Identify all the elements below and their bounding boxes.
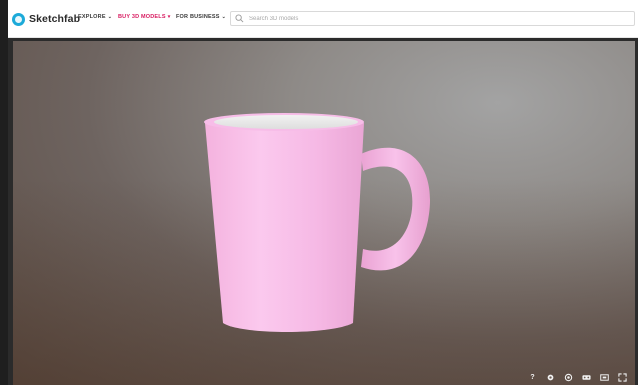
nav-for-business[interactable]: FOR BUSINESS ⌄ [176,14,226,20]
mug-3d-model[interactable] [201,109,451,349]
mug-inner [214,115,358,129]
nav-buy-3d-models[interactable]: BUY 3D MODELS ▾ [118,14,170,20]
search-input[interactable] [247,14,631,23]
sketchfab-logo[interactable]: Sketchfab [12,11,80,27]
nav-buy-label: BUY 3D MODELS [118,14,166,20]
logo-text: Sketchfab [29,13,81,25]
search-icon [235,14,244,23]
nav-explore-label: EXPLORE [78,14,106,20]
search-box[interactable] [230,11,635,26]
nav-business-label: FOR BUSINESS [176,14,220,20]
fullscreen-icon[interactable] [618,373,627,382]
chevron-down-icon: ▾ [167,14,171,20]
screen-icon[interactable] [600,373,609,382]
chevron-down-icon: ⌄ [221,14,227,20]
mug-body [205,117,364,332]
left-window-edge [0,0,8,385]
help-icon[interactable]: ? [528,373,537,382]
vr-icon[interactable] [582,373,591,382]
settings-icon[interactable] [546,373,555,382]
nav-explore[interactable]: EXPLORE ⌄ [78,14,112,20]
3d-model-viewer[interactable]: ? [13,41,635,385]
sketchfab-logo-icon [12,12,25,26]
top-navigation-bar: Sketchfab EXPLORE ⌄ BUY 3D MODELS ▾ FOR … [8,0,638,38]
inspector-icon[interactable] [564,373,573,382]
mug-handle [361,147,431,271]
viewer-controls: ? [528,373,627,382]
chevron-down-icon: ⌄ [107,14,113,20]
